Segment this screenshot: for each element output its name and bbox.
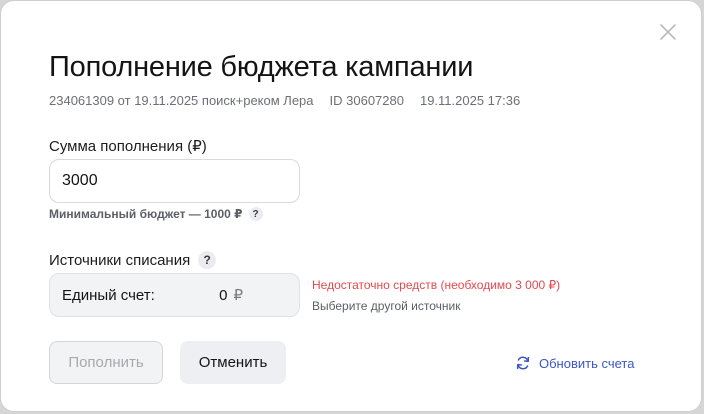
budget-topup-dialog: Пополнение бюджета кампании 234061309 от…: [0, 0, 702, 412]
source-account-select[interactable]: Единый счет: 0 ₽: [49, 273, 300, 317]
topup-button[interactable]: Пополнить: [49, 341, 163, 384]
refresh-icon: [516, 356, 530, 370]
sources-label: Источники списания: [49, 251, 191, 269]
close-icon[interactable]: [659, 23, 677, 41]
min-budget-hint: Минимальный бюджет — 1000 ₽ ?: [49, 207, 263, 221]
account-name: Единый счет:: [62, 286, 155, 304]
dialog-title: Пополнение бюджета кампании: [49, 51, 474, 83]
refresh-accounts-link[interactable]: Обновить счета: [515, 355, 634, 371]
amount-label: Сумма пополнения (₽): [49, 138, 207, 155]
min-budget-text: Минимальный бюджет — 1000 ₽: [49, 207, 243, 221]
help-icon[interactable]: ?: [198, 251, 217, 269]
campaign-datetime: 19.11.2025 17:36: [419, 93, 521, 108]
insufficient-funds-error: Недостаточно средств (необходимо 3 000 ₽…: [312, 278, 561, 292]
account-balance: 0: [219, 286, 228, 304]
campaign-id: ID 30607280: [329, 93, 404, 108]
cancel-button[interactable]: Отменить: [180, 341, 286, 384]
refresh-accounts-label: Обновить счета: [539, 355, 635, 371]
sources-label-row: Источники списания ?: [49, 251, 217, 269]
amount-input[interactable]: [49, 159, 300, 203]
choose-source-hint: Выберите другой источник: [312, 299, 461, 313]
account-currency: ₽: [233, 287, 243, 304]
campaign-name: 234061309 от 19.11.2025 поиск+реком Лера: [49, 93, 314, 108]
help-icon[interactable]: ?: [248, 207, 263, 221]
campaign-meta: 234061309 от 19.11.2025 поиск+реком Лера…: [49, 93, 520, 108]
